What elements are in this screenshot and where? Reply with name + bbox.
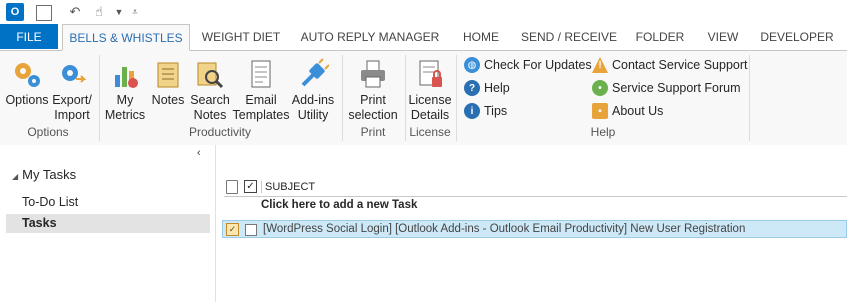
task-subject: [WordPress Social Login] [Outlook Add-in…	[263, 223, 746, 235]
info-icon: i	[464, 103, 480, 119]
expand-triangle-icon: ◢	[12, 172, 19, 181]
separator	[749, 55, 750, 141]
tab-send-receive[interactable]: SEND / RECEIVE	[518, 24, 620, 49]
license-icon	[414, 57, 446, 91]
folder-pane: ‹ ◢ My Tasks To-Do List Tasks	[0, 145, 216, 302]
tab-auto-reply-manager[interactable]: AUTO REPLY MANAGER	[296, 24, 444, 49]
contact-support-label: Contact Service Support	[612, 58, 748, 72]
separator	[99, 55, 100, 141]
my-tasks-label: My Tasks	[22, 167, 77, 182]
task-complete-checkbox[interactable]	[245, 224, 257, 236]
group-options-label: Options	[27, 125, 69, 139]
my-tasks-header[interactable]: ◢ My Tasks	[12, 167, 76, 182]
separator	[405, 55, 406, 141]
contact-support-button[interactable]: ! Contact Service Support	[592, 55, 748, 75]
task-icon: ✓	[226, 223, 239, 236]
notes-label: Notes	[151, 93, 185, 107]
collapse-pane-icon[interactable]: ‹	[197, 147, 201, 159]
group-license-label: License	[409, 125, 451, 139]
notes-icon	[152, 57, 184, 91]
quick-access-toolbar: O ↶ ☝ ▼ ⩡	[0, 0, 847, 24]
tab-developer[interactable]: DEVELOPER	[754, 24, 840, 49]
customize-icon[interactable]: ⩡	[126, 3, 144, 21]
task-list: ✓ SUBJECT Click here to add a new Task ✓…	[216, 145, 847, 302]
about-us-label: About Us	[612, 104, 664, 118]
sidebar-item-todo-list[interactable]: To-Do List	[22, 195, 78, 209]
export-import-button[interactable]: Export/ Import	[52, 57, 92, 123]
about-us-button[interactable]: ▪ About Us	[592, 101, 663, 121]
separator	[342, 55, 343, 141]
addins-utility-label: Add-ins Utility	[291, 93, 335, 122]
ribbon: Options Export/ Import Options My Metric…	[0, 50, 847, 146]
tab-folder[interactable]: FOLDER	[628, 24, 692, 49]
plug-icon	[297, 57, 330, 91]
license-details-label: License Details	[408, 93, 452, 122]
forum-icon: •	[592, 80, 608, 96]
globe-icon: ◍	[464, 57, 480, 73]
about-icon: ▪	[592, 103, 608, 119]
touch-mode-icon[interactable]: ☝	[90, 3, 108, 21]
print-selection-label: Print selection	[348, 93, 398, 122]
tab-view[interactable]: VIEW	[700, 24, 746, 49]
outlook-icon[interactable]: O	[6, 3, 24, 21]
tab-file[interactable]: FILE	[0, 24, 58, 49]
question-icon: ?	[464, 80, 480, 96]
chart-icon	[109, 57, 141, 91]
help-button[interactable]: ? Help	[464, 78, 510, 98]
separator	[456, 55, 457, 141]
undo-icon[interactable]: ↶	[66, 3, 84, 21]
tab-weight-diet[interactable]: WEIGHT DIET	[196, 24, 286, 49]
tab-bells-whistles[interactable]: BELLS & WHISTLES	[62, 24, 190, 51]
printer-icon	[357, 57, 389, 91]
template-icon	[245, 57, 277, 91]
support-forum-label: Service Support Forum	[612, 81, 741, 95]
search-notes-icon	[194, 57, 226, 91]
options-label: Options	[5, 93, 49, 107]
addins-utility-button[interactable]: Add-ins Utility	[290, 57, 336, 123]
tips-button[interactable]: i Tips	[464, 101, 507, 121]
subject-column-header[interactable]: SUBJECT	[261, 181, 315, 193]
options-button[interactable]: Options	[4, 57, 50, 108]
complete-column-checkbox[interactable]: ✓	[244, 180, 257, 193]
ribbon-tabs: FILE BELLS & WHISTLES WEIGHT DIET AUTO R…	[0, 24, 847, 51]
help-label: Help	[484, 81, 510, 95]
column-header: ✓ SUBJECT	[224, 178, 847, 197]
sidebar-item-tasks[interactable]: Tasks	[6, 214, 210, 233]
group-productivity-label: Productivity	[188, 125, 252, 139]
my-metrics-label: My Metrics	[104, 93, 146, 122]
check-updates-button[interactable]: ◍ Check For Updates	[464, 55, 592, 75]
notes-button[interactable]: Notes	[148, 57, 188, 108]
print-selection-button[interactable]: Print selection	[346, 57, 400, 123]
tips-label: Tips	[484, 104, 508, 118]
my-metrics-button[interactable]: My Metrics	[104, 57, 146, 123]
gear-icon	[11, 57, 43, 91]
search-notes-label: Search Notes	[190, 93, 230, 122]
license-details-button[interactable]: License Details	[408, 57, 452, 123]
support-forum-button[interactable]: • Service Support Forum	[592, 78, 741, 98]
table-row[interactable]: ✓ [WordPress Social Login] [Outlook Add-…	[222, 220, 847, 238]
document-icon	[226, 180, 238, 194]
send-receive-icon[interactable]	[36, 5, 52, 21]
export-import-icon	[56, 57, 88, 91]
check-updates-label: Check For Updates	[484, 58, 592, 72]
warning-icon: !	[592, 57, 608, 73]
email-templates-button[interactable]: Email Templates	[232, 57, 290, 123]
group-print-label: Print	[360, 125, 386, 139]
tab-home[interactable]: HOME	[452, 24, 510, 49]
export-import-label: Export/ Import	[52, 93, 92, 122]
email-templates-label: Email Templates	[232, 93, 290, 122]
search-notes-button[interactable]: Search Notes	[190, 57, 230, 123]
group-help-label: Help	[590, 125, 616, 139]
new-task-field[interactable]: Click here to add a new Task	[261, 199, 417, 211]
